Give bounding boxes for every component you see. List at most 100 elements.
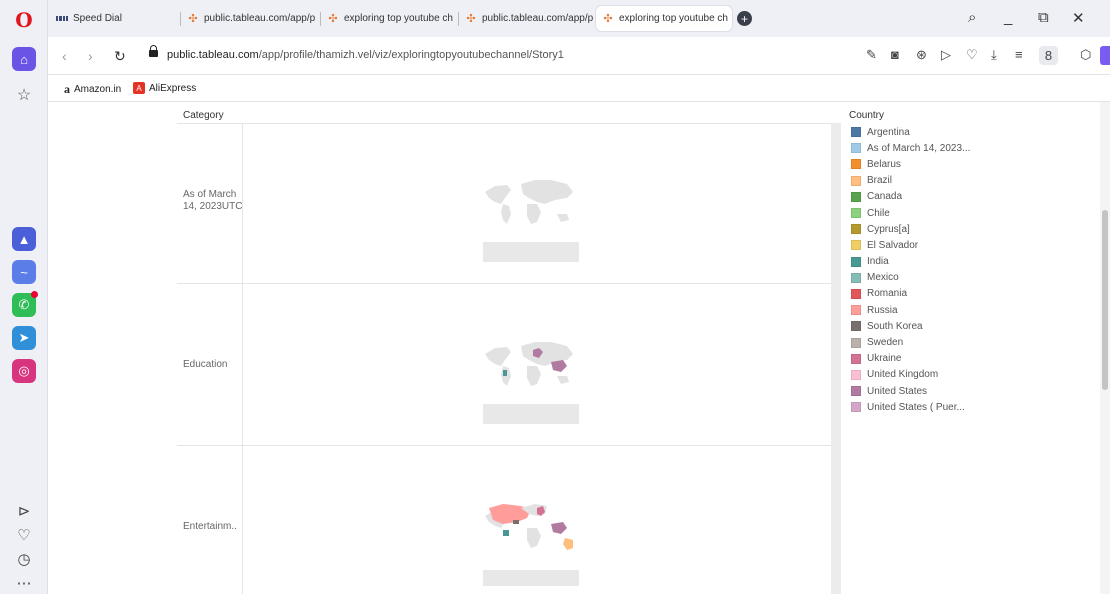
lock-icon [149, 45, 158, 57]
legend-item[interactable]: Sweden [851, 334, 970, 350]
world-map-education[interactable] [481, 332, 581, 427]
tableau-icon: ✣ [603, 13, 613, 25]
reload-icon[interactable]: ↻ [114, 48, 126, 65]
more-icon[interactable]: ⋯ [12, 571, 36, 594]
legend-item[interactable]: United States [851, 383, 970, 399]
star-icon[interactable]: ☆ [12, 83, 36, 107]
url-host: public.tableau.com [167, 49, 259, 61]
send-icon[interactable]: ▷ [941, 47, 951, 63]
cube-extension-icon[interactable]: ⬡ [1080, 47, 1091, 63]
player-icon[interactable]: ⊳ [12, 499, 36, 523]
whatsapp-icon[interactable]: ✆ [12, 291, 38, 317]
profile-icon[interactable]: 8 [1039, 46, 1058, 65]
tab-label: public.tableau.com/app/p [204, 13, 316, 24]
close-icon[interactable]: ✕ [1072, 9, 1085, 27]
forward-icon[interactable]: › [88, 48, 93, 64]
legend-label: United States ( Puer... [867, 401, 965, 413]
bookmark-aliexpress[interactable]: A AliExpress [133, 82, 196, 94]
legend-item[interactable]: Brazil [851, 173, 970, 189]
legend-item[interactable]: Ukraine [851, 351, 970, 367]
telegram-icon[interactable]: ➤ [12, 326, 36, 350]
legend-swatch [851, 272, 861, 283]
tab-youtube-active[interactable]: ✣ exploring top youtube ch [596, 6, 732, 31]
legend-item[interactable]: Cyprus[a] [851, 221, 970, 237]
row-label: Entertainm.. [183, 521, 237, 532]
camera-icon[interactable]: ◙ [891, 47, 899, 62]
legend-item[interactable]: Belarus [851, 156, 970, 172]
world-map-entertainment[interactable] [481, 494, 581, 589]
minimize-icon[interactable]: _ [1004, 9, 1012, 26]
tableau-viz: Category As of March 14, 2023UTC Educati… [49, 102, 1110, 594]
legend-label: Argentina [867, 126, 910, 138]
legend-swatch [851, 402, 861, 413]
legend-item[interactable]: Mexico [851, 270, 970, 286]
legend-item[interactable]: El Salvador [851, 237, 970, 253]
legend-swatch [851, 256, 861, 267]
messenger-icon[interactable]: ~ [12, 260, 36, 284]
legend-item[interactable]: United Kingdom [851, 367, 970, 383]
tableau-icon: ✣ [188, 13, 198, 25]
legend-swatch [851, 175, 861, 186]
country-legend: Argentina As of March 14, 2023... Belarus B… [851, 124, 970, 415]
history-icon[interactable]: ◷ [12, 547, 36, 571]
bookmark-amazon[interactable]: a Amazon.in [64, 82, 121, 97]
legend-label: Russia [867, 304, 898, 316]
browser-sidebar: O ⌂ ☆ ▲ ~ ✆ ➤ ◎ ⊳ ♡ ◷ ⋯ [0, 0, 48, 594]
heart-icon[interactable]: ♡ [966, 47, 978, 63]
row-divider [177, 445, 831, 446]
bookmark-label: Amazon.in [74, 84, 122, 95]
adblock-shield-icon[interactable]: ⊛ [916, 47, 927, 63]
legend-item[interactable]: As of March 14, 2023... [851, 140, 970, 156]
legend-item[interactable]: United States ( Puer... [851, 399, 970, 415]
restore-icon[interactable]: ⧉ [1038, 9, 1049, 26]
legend-swatch [851, 337, 861, 348]
tab-label: Speed Dial [73, 13, 122, 24]
legend-swatch [851, 127, 861, 138]
legend-swatch [851, 288, 861, 299]
heart-icon[interactable]: ♡ [12, 523, 36, 547]
page-scrollbar[interactable] [1100, 102, 1110, 594]
tab-tableau-2[interactable]: ✣ public.tableau.com/app/p [458, 6, 596, 31]
legend-item[interactable]: Russia [851, 302, 970, 318]
back-icon[interactable]: ‹ [62, 48, 67, 64]
account-avatar[interactable] [1100, 46, 1110, 65]
notification-dot [31, 291, 38, 298]
legend-item[interactable]: Romania [851, 286, 970, 302]
legend-item[interactable]: Chile [851, 205, 970, 221]
legend-item[interactable]: South Korea [851, 318, 970, 334]
legend-swatch [851, 159, 861, 170]
easy-setup-icon[interactable]: ≡ [1015, 47, 1023, 62]
legend-label: Sweden [867, 337, 904, 349]
new-tab-plus-icon[interactable]: + [737, 11, 752, 26]
legend-swatch [851, 240, 861, 251]
legend-item[interactable]: Canada [851, 189, 970, 205]
download-icon[interactable]: ⤓ [991, 47, 997, 63]
world-map-as-of-march[interactable] [481, 170, 581, 265]
tableau-icon: ✣ [328, 13, 338, 25]
tab-youtube-1[interactable]: ✣ exploring top youtube ch [320, 6, 458, 31]
legend-label: El Salvador [867, 239, 919, 251]
row-label: Education [183, 359, 228, 370]
legend-item[interactable]: India [851, 254, 970, 270]
home-icon[interactable]: ⌂ [12, 47, 36, 71]
tab-strip: Speed Dial ✣ public.tableau.com/app/p ✣ … [48, 0, 1110, 37]
legend-label: United States [867, 385, 928, 397]
tab-tableau-1[interactable]: ✣ public.tableau.com/app/p [180, 6, 320, 31]
opera-logo-icon[interactable]: O [12, 8, 36, 32]
page-scrollbar-thumb[interactable] [1102, 210, 1108, 390]
legend-item[interactable]: Argentina [851, 124, 970, 140]
tab-speed-dial[interactable]: Speed Dial [56, 6, 156, 31]
legend-label: India [867, 256, 889, 268]
snapshot-edit-icon[interactable]: ✎ [866, 47, 877, 63]
aria-icon[interactable]: ▲ [12, 227, 36, 251]
instagram-icon[interactable]: ◎ [12, 359, 36, 383]
tab-label: exploring top youtube ch [619, 13, 728, 24]
bookmark-label: AliExpress [149, 82, 197, 94]
legend-label: Romania [867, 288, 908, 300]
url-field[interactable]: public.tableau.com/app/profile/thamizh.v… [167, 49, 564, 61]
speed-dial-icon [56, 13, 68, 25]
search-tabs-icon[interactable]: ⌕ [968, 9, 976, 26]
header-divider [177, 123, 831, 124]
tab-label: public.tableau.com/app/p [482, 13, 594, 24]
pane-scrollbar[interactable] [831, 123, 841, 594]
